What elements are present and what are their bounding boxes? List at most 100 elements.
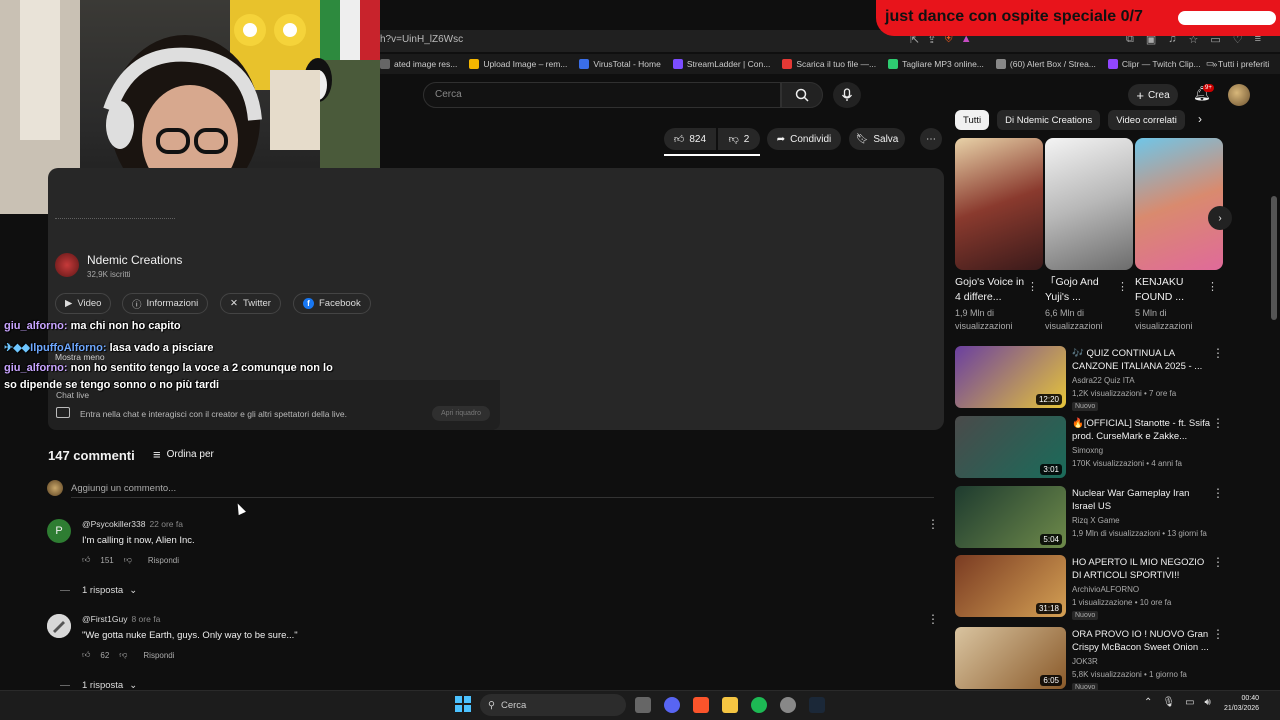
short-title[interactable]: Gojo's Voice in 4 differe... (955, 275, 1025, 305)
chevron-up-icon[interactable]: ⌃ (1144, 697, 1152, 708)
video-meta: 1 visualizzazione • 10 ore fa (1072, 598, 1172, 607)
bookmark-item[interactable]: Scarica il tuo file —... (782, 59, 876, 69)
comment-input-underline (71, 497, 934, 498)
video-title[interactable]: Nuclear War Gameplay Iran Israel US (1072, 487, 1212, 513)
thumbs-up-icon[interactable]: 👍︎ (82, 555, 90, 565)
task-view-icon[interactable] (635, 697, 651, 713)
more-actions-button[interactable]: ⋯ (920, 128, 942, 150)
short-menu-icon[interactable]: ⋮ (1117, 280, 1128, 293)
reply-button[interactable]: Rispondi (148, 556, 179, 565)
steam-icon[interactable] (809, 697, 825, 713)
bookmark-item[interactable]: Upload Image – rem... (469, 59, 567, 69)
short-menu-icon[interactable]: ⋮ (1207, 280, 1218, 293)
chat-badges-icon: ✈◆◆ (4, 342, 31, 354)
short-thumbnail[interactable] (955, 138, 1043, 270)
video-duration: 12:20 (1035, 394, 1062, 405)
obs-icon[interactable] (780, 697, 796, 713)
thumbs-down-icon[interactable]: 👎︎ (119, 650, 127, 660)
thumbs-down-icon[interactable]: 👎︎ (124, 555, 132, 565)
voice-search-button[interactable] (833, 82, 861, 108)
reply-button[interactable]: Rispondi (143, 651, 174, 660)
replies-toggle[interactable]: 1 risposta ⌄ (82, 585, 137, 596)
chip-video[interactable]: ▶ Video (55, 293, 112, 314)
like-button[interactable]: 👍︎ 824 (664, 128, 716, 150)
spotify-icon[interactable] (751, 697, 767, 713)
file-explorer-icon[interactable] (722, 697, 738, 713)
chip-twitter[interactable]: ✕ Twitter (220, 293, 281, 314)
channel-name[interactable]: Ndemic Creations (87, 253, 182, 267)
brave-browser-icon[interactable] (693, 697, 709, 713)
windows-start-icon[interactable] (455, 696, 471, 715)
comment-avatar[interactable]: P (47, 519, 71, 543)
video-channel[interactable]: ArchivioALFORNO (1072, 585, 1139, 594)
all-bookmarks[interactable]: ▭ Tutti i preferiti (1206, 58, 1269, 69)
chip-facebook[interactable]: f Facebook (293, 293, 371, 314)
video-channel[interactable]: Rizq X Game (1072, 516, 1120, 525)
display-icon[interactable]: ▭ (1185, 697, 1194, 708)
create-button[interactable]: + Crea (1128, 84, 1178, 106)
mic-tray-icon[interactable]: 🎙︎ (1162, 697, 1175, 708)
short-title[interactable]: 「Gojo And Yuji's ... (1045, 275, 1115, 305)
bookmark-item[interactable]: ated image res... (380, 59, 457, 69)
video-thumbnail[interactable]: 31:18 (955, 555, 1066, 617)
video-thumbnail[interactable]: 3:01 (955, 416, 1066, 478)
open-chat-button[interactable]: Apri riquadro (432, 406, 490, 421)
save-button[interactable]: 🔖︎ Salva (849, 128, 905, 150)
short-menu-icon[interactable]: ⋮ (1027, 280, 1038, 293)
video-menu-icon[interactable]: ⋮ (1212, 346, 1224, 360)
thread-line (60, 590, 70, 591)
dislike-button[interactable]: 👎︎ 2 (718, 128, 760, 150)
more-icon: ⋯ (926, 133, 936, 145)
bookmark-favicon-icon (1107, 59, 1118, 69)
tab-1[interactable]: Di Ndemic Creations (997, 110, 1101, 130)
search-button[interactable] (781, 82, 823, 108)
comment-author[interactable]: @First1Guy (82, 614, 127, 624)
share-button[interactable]: ➦ Condividi (767, 128, 841, 150)
tab-0[interactable]: Tutti (955, 110, 990, 130)
video-channel[interactable]: Simoxng (1072, 446, 1103, 455)
bookmark-item[interactable]: (60) Alert Box / Strea... (995, 59, 1096, 69)
video-menu-icon[interactable]: ⋮ (1212, 627, 1224, 641)
tab-2[interactable]: Video correlati (1108, 110, 1185, 130)
video-title[interactable]: HO APERTO IL MIO NEGOZIO DI ARTICOLI SPO… (1072, 556, 1212, 582)
comment-likes: 151 (100, 555, 114, 565)
scrollbar[interactable] (1271, 196, 1277, 320)
avatar-sketch-icon (47, 614, 71, 638)
taskbar-search[interactable]: ⚲ Cerca (480, 694, 626, 716)
channel-avatar[interactable] (55, 253, 79, 277)
comment-menu-icon[interactable]: ⋮ (927, 517, 939, 531)
url-text[interactable]: h?v=UinH_lZ6Wsc (380, 34, 463, 45)
account-avatar[interactable] (1228, 84, 1250, 106)
short-title[interactable]: KENJAKU FOUND ... (1135, 275, 1205, 305)
add-comment-input[interactable]: Aggiungi un commento... (71, 483, 176, 494)
search-input[interactable] (423, 82, 781, 108)
comment-avatar[interactable] (47, 614, 71, 638)
bookmark-item[interactable]: VirusTotal - Home (579, 59, 661, 69)
video-channel[interactable]: Asdra22 Quiz ITA (1072, 376, 1135, 385)
video-thumbnail[interactable]: 5:04 (955, 486, 1066, 548)
speaker-icon[interactable]: 🔊︎ (1205, 697, 1211, 708)
video-title[interactable]: 🎶 QUIZ CONTINUA LA CANZONE ITALIANA 2025… (1072, 347, 1212, 373)
bookmark-item[interactable]: Clipr — Twitch Clip... (1107, 59, 1201, 69)
video-menu-icon[interactable]: ⋮ (1212, 416, 1224, 430)
video-menu-icon[interactable]: ⋮ (1212, 555, 1224, 569)
video-menu-icon[interactable]: ⋮ (1212, 486, 1224, 500)
video-title[interactable]: ORA PROVO IO ! NUOVO Gran Crispy McBacon… (1072, 628, 1212, 654)
shorts-next-button[interactable]: › (1208, 206, 1232, 230)
chevron-right-icon[interactable]: › (1198, 112, 1202, 126)
clock[interactable]: 00:40 21/03/2026 (1224, 694, 1259, 714)
video-title[interactable]: 🔥[OFFICIAL] Stanotte - ft. Ssifa prod. C… (1072, 417, 1212, 443)
bookmark-item[interactable]: StreamLadder | Con... (672, 59, 770, 69)
video-channel[interactable]: JOK3R (1072, 657, 1098, 666)
video-thumbnail[interactable]: 12:20 (955, 346, 1066, 408)
chip-informazioni[interactable]: ⓘ Informazioni (122, 293, 209, 314)
comment-menu-icon[interactable]: ⋮ (927, 612, 939, 626)
comment-author[interactable]: @Psycokiller338 (82, 519, 145, 529)
discord-icon[interactable] (664, 697, 680, 713)
bookmark-item[interactable]: Tagliare MP3 online... (888, 59, 984, 69)
video-thumbnail[interactable]: 6:05 (955, 627, 1066, 689)
short-thumbnail[interactable] (1045, 138, 1133, 270)
sort-button[interactable]: ≡ Ordina per (153, 447, 214, 462)
short-thumbnail[interactable] (1135, 138, 1223, 270)
thumbs-up-icon[interactable]: 👍︎ (82, 650, 90, 660)
